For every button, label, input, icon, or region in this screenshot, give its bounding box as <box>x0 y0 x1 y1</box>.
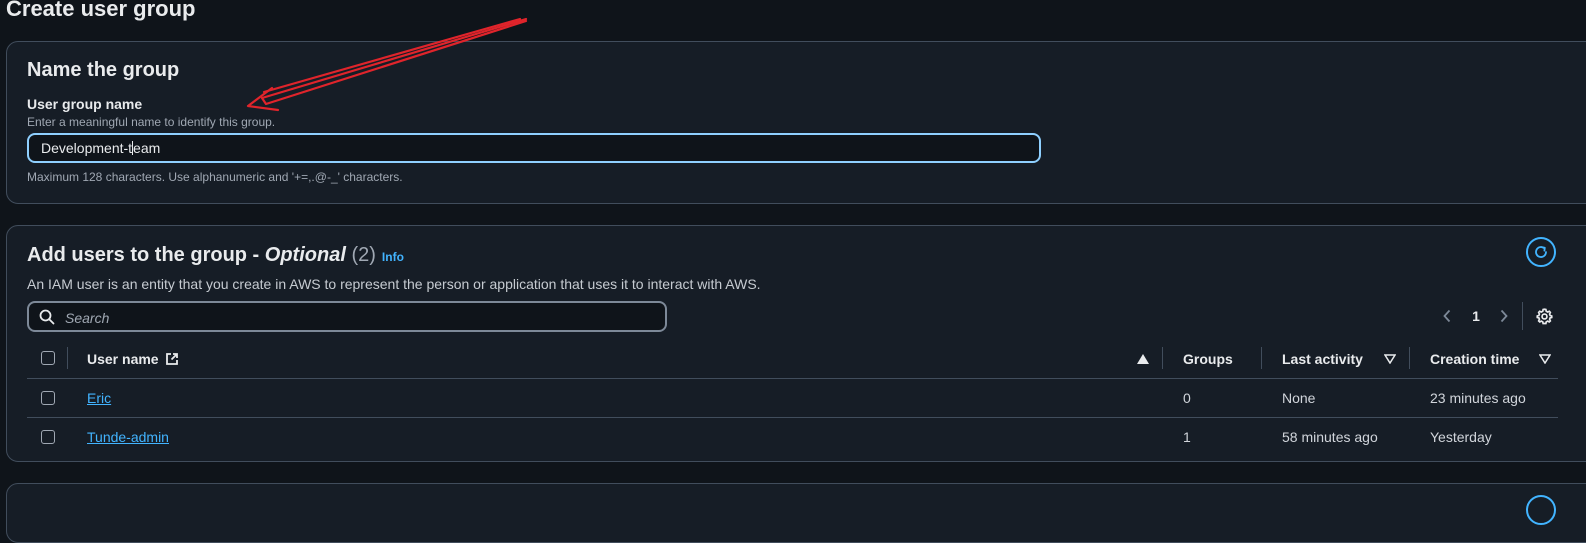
refresh-button[interactable] <box>1526 237 1556 267</box>
users-description: An IAM user is an entity that you create… <box>27 276 761 292</box>
last-activity-cell: 58 minutes ago <box>1282 429 1378 445</box>
row-checkbox[interactable] <box>41 391 55 405</box>
chevron-left-icon <box>1443 309 1451 323</box>
column-header-groups[interactable]: Groups <box>1183 351 1233 367</box>
creation-time-cell: Yesterday <box>1430 429 1492 445</box>
name-group-panel: Name the group User group name Enter a m… <box>6 41 1586 204</box>
user-name-header-label: User name <box>87 351 159 367</box>
creation-time-cell: 23 minutes ago <box>1430 390 1526 406</box>
sort-descending-icon[interactable] <box>1384 354 1396 364</box>
add-users-panel: Add users to the group - Optional (2) Inf… <box>6 225 1586 462</box>
chevron-right-icon <box>1500 309 1508 323</box>
row-checkbox[interactable] <box>41 430 55 444</box>
column-divider <box>1409 347 1410 369</box>
users-title-optional: Optional <box>264 244 346 266</box>
user-name-link[interactable]: Eric <box>87 390 111 406</box>
group-name-label: User group name <box>27 96 143 112</box>
search-field[interactable] <box>27 301 667 332</box>
page-number[interactable]: 1 <box>1467 304 1485 328</box>
sort-descending-icon[interactable] <box>1539 354 1551 364</box>
select-all-checkbox[interactable] <box>41 351 55 365</box>
groups-cell: 0 <box>1183 390 1191 406</box>
input-value-part2: eam <box>133 140 161 156</box>
prev-page-button[interactable] <box>1437 304 1457 328</box>
page-title: Create user group <box>6 0 196 21</box>
input-value-part1: Development-t <box>41 140 133 156</box>
gear-icon <box>1535 307 1553 324</box>
pager-divider <box>1522 302 1523 330</box>
groups-cell: 1 <box>1183 429 1191 445</box>
search-input[interactable] <box>63 306 657 329</box>
users-section-title: Add users to the group - Optional (2) Inf… <box>27 244 404 267</box>
refresh-button[interactable] <box>1526 495 1556 525</box>
sort-ascending-icon[interactable] <box>1137 354 1149 364</box>
column-header-last-activity[interactable]: Last activity <box>1282 351 1363 367</box>
group-name-description: Enter a meaningful name to identify this… <box>27 115 276 129</box>
header-divider <box>27 378 1558 379</box>
attach-policies-panel <box>6 483 1586 543</box>
row-divider <box>27 417 1558 418</box>
users-title-main: Add users to the group - <box>27 244 265 266</box>
settings-button[interactable] <box>1533 304 1555 328</box>
users-count: (2) <box>351 244 376 266</box>
refresh-icon <box>1535 246 1547 258</box>
user-name-link[interactable]: Tunde-admin <box>87 429 169 445</box>
group-name-constraint: Maximum 128 characters. Use alphanumeric… <box>27 170 403 184</box>
external-link-icon <box>166 353 179 365</box>
column-header-user-name[interactable]: User name <box>87 351 179 367</box>
next-page-button[interactable] <box>1494 304 1514 328</box>
search-icon <box>39 309 55 325</box>
column-divider <box>67 347 68 369</box>
group-name-input[interactable]: Development-team <box>27 133 1041 163</box>
last-activity-cell: None <box>1282 390 1316 406</box>
name-section-title: Name the group <box>27 59 180 81</box>
column-header-creation-time[interactable]: Creation time <box>1430 351 1519 367</box>
column-divider <box>1261 347 1262 369</box>
column-divider <box>1162 347 1163 369</box>
info-link[interactable]: Info <box>382 250 404 264</box>
